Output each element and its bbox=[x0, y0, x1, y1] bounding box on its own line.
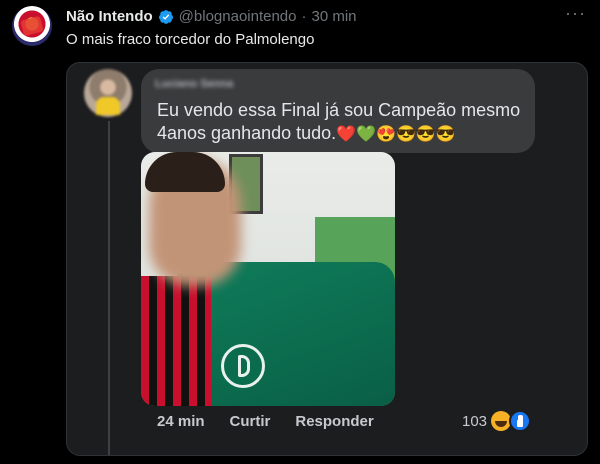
like-icon bbox=[509, 410, 532, 432]
comment-reactions: 103 bbox=[462, 410, 532, 432]
comment-line-2-text: 4anos ganhando tudo. bbox=[157, 123, 337, 143]
separator: · bbox=[301, 8, 307, 25]
like-action: Curtir bbox=[229, 413, 271, 430]
reaction-count: 103 bbox=[462, 412, 488, 430]
avatar[interactable] bbox=[12, 6, 52, 46]
reply-action: Responder bbox=[295, 413, 374, 430]
verified-badge-icon bbox=[158, 9, 173, 24]
avatar-shirt bbox=[96, 97, 120, 115]
tweet-text: O mais fraco torcedor do Palmolengo bbox=[66, 31, 315, 48]
thread-line bbox=[108, 121, 110, 455]
crest-letter bbox=[238, 355, 250, 377]
comment-emojis: ❤️💚😍😎😎😎 bbox=[336, 125, 456, 143]
comment-line-2: 4anos ganhando tudo.❤️💚😍😎😎😎 bbox=[157, 122, 537, 146]
display-name[interactable]: Não Intendo bbox=[66, 8, 153, 25]
hair bbox=[145, 152, 225, 192]
jersey-crest-icon bbox=[221, 344, 265, 388]
flag-jersey bbox=[141, 276, 211, 406]
comment-photo bbox=[141, 152, 395, 406]
comment-actions: 24 min Curtir Responder bbox=[157, 413, 374, 430]
tweet-header: Não Intendo @blognaointendo · 30 min bbox=[66, 8, 357, 25]
timestamp[interactable]: 30 min bbox=[312, 8, 357, 25]
commenter-name: Luciano Senna bbox=[155, 78, 234, 90]
haha-icon bbox=[491, 411, 512, 431]
more-options-icon[interactable]: ··· bbox=[565, 4, 586, 22]
tweet[interactable]: Não Intendo @blognaointendo · 30 min ···… bbox=[0, 0, 600, 464]
comment-time: 24 min bbox=[157, 413, 205, 430]
comment-bubble: Luciano Senna Eu vendo essa Final já sou… bbox=[141, 69, 535, 153]
comment-text: Eu vendo essa Final já sou Campeão mesmo… bbox=[157, 99, 537, 146]
avatar-logo bbox=[20, 15, 44, 37]
tweet-media[interactable]: Luciano Senna Eu vendo essa Final já sou… bbox=[66, 62, 588, 456]
comment-line-1: Eu vendo essa Final já sou Campeão mesmo bbox=[157, 100, 521, 120]
commenter-avatar bbox=[84, 69, 132, 117]
handle[interactable]: @blognaointendo bbox=[179, 8, 297, 25]
